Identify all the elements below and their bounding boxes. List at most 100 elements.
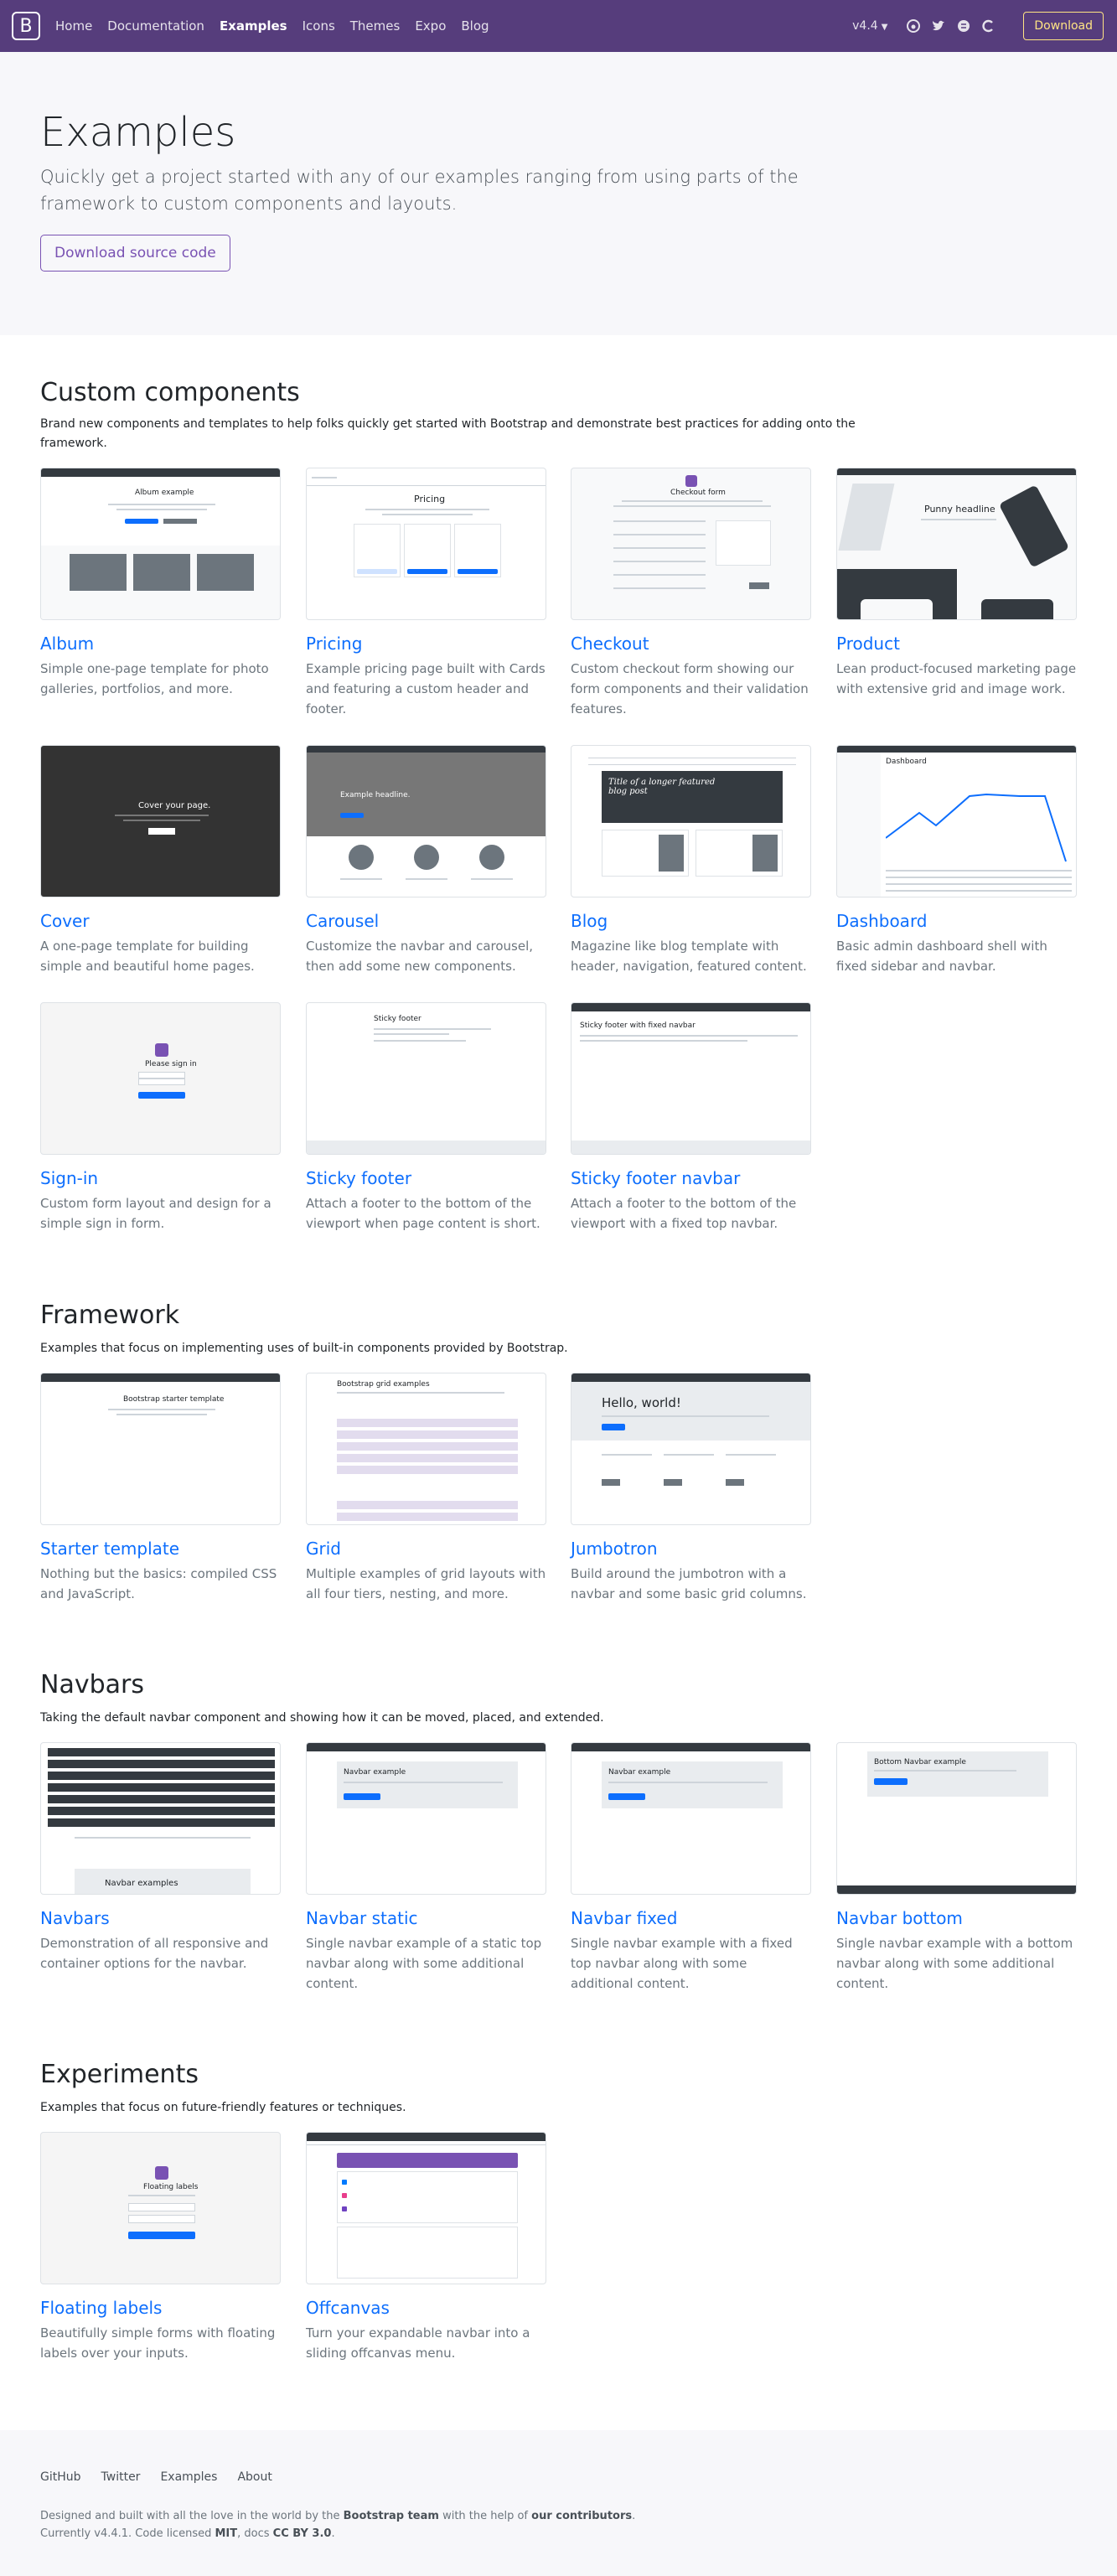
pricing-thumbnail[interactable]: Pricing xyxy=(306,468,546,620)
card-title[interactable]: Jumbotron xyxy=(571,1539,811,1559)
card-title[interactable]: Sign-in xyxy=(40,1168,281,1188)
bootstrap-logo[interactable]: B xyxy=(12,12,40,40)
card-title[interactable]: Navbar fixed xyxy=(571,1908,811,1928)
footer-link-examples[interactable]: Examples xyxy=(160,2470,217,2484)
footer-license-text: . xyxy=(331,2527,335,2541)
card-title[interactable]: Checkout xyxy=(571,634,811,654)
card-title[interactable]: Navbar static xyxy=(306,1908,546,1928)
example-card: Checkout form Checkout Custom checkout f… xyxy=(571,468,811,719)
github-icon[interactable] xyxy=(906,18,921,34)
card-desc: A one-page template for building simple … xyxy=(40,939,255,974)
footer-license-text: Currently v4.4.1. Code licensed xyxy=(40,2527,215,2541)
nav-icons[interactable]: Icons xyxy=(303,18,335,34)
chart-sparkline-icon xyxy=(886,793,1067,862)
thumb-label: Bottom Navbar example xyxy=(874,1758,966,1766)
slack-icon[interactable] xyxy=(956,18,971,34)
navbar-static-thumbnail[interactable]: Navbar example xyxy=(306,1742,546,1895)
nav-documentation[interactable]: Documentation xyxy=(107,18,204,34)
example-card: Sticky footer Sticky footer Attach a foo… xyxy=(306,1002,546,1234)
thumb-label: Dashboard xyxy=(886,758,927,766)
dashboard-thumbnail[interactable]: Dashboard xyxy=(836,745,1077,897)
version-dropdown[interactable]: v4.4 ▼ xyxy=(852,19,887,33)
card-desc: Nothing but the basics: compiled CSS and… xyxy=(40,1566,277,1601)
download-button[interactable]: Download xyxy=(1023,12,1104,40)
signin-thumbnail[interactable]: Please sign in xyxy=(40,1002,281,1155)
card-title[interactable]: Cover xyxy=(40,911,281,931)
thumb-label: Bootstrap starter template xyxy=(123,1395,225,1404)
cover-thumbnail[interactable]: Cover your page. xyxy=(40,745,281,897)
checkout-thumbnail[interactable]: Checkout form xyxy=(571,468,811,620)
card-title[interactable]: Sticky footer xyxy=(306,1168,546,1188)
card-desc: Single navbar example of a static top na… xyxy=(306,1936,542,1991)
product-thumbnail[interactable]: Punny headline xyxy=(836,468,1077,620)
nav-themes[interactable]: Themes xyxy=(350,18,401,34)
card-title[interactable]: Navbar bottom xyxy=(836,1908,1077,1928)
sticky-footer-navbar-thumbnail[interactable]: Sticky footer with fixed navbar xyxy=(571,1002,811,1155)
offcanvas-thumbnail[interactable] xyxy=(306,2132,546,2284)
thumb-label: Navbar example xyxy=(608,1768,671,1777)
thumb-label: Hello, world! xyxy=(602,1395,681,1410)
section-desc-experiments: Examples that focus on future-friendly f… xyxy=(40,2101,406,2114)
section-title-navbars: Navbars xyxy=(40,1670,144,1699)
card-title[interactable]: Pricing xyxy=(306,634,546,654)
blog-thumbnail[interactable]: Title of a longer featured blog post xyxy=(571,745,811,897)
cc-license-link[interactable]: CC BY 3.0 xyxy=(273,2527,332,2540)
card-title[interactable]: Starter template xyxy=(40,1539,281,1559)
nav-right: v4.4 ▼ Download xyxy=(852,0,1104,52)
card-desc: Attach a footer to the bottom of the vie… xyxy=(306,1196,540,1231)
thumb-label: Album example xyxy=(135,489,194,497)
thumb-label: Title of a longer featured blog post xyxy=(608,778,716,796)
contributors-link[interactable]: our contributors xyxy=(531,2510,632,2522)
nav-home[interactable]: Home xyxy=(55,18,92,34)
card-title[interactable]: Floating labels xyxy=(40,2298,281,2318)
opencollective-icon[interactable] xyxy=(981,18,996,34)
card-desc: Multiple examples of grid layouts with a… xyxy=(306,1566,546,1601)
starter-template-thumbnail[interactable]: Bootstrap starter template xyxy=(40,1373,281,1525)
grid-thumbnail[interactable]: Bootstrap grid examples xyxy=(306,1373,546,1525)
footer-link-twitter[interactable]: Twitter xyxy=(101,2470,141,2484)
navbars-thumbnail[interactable]: Navbar examples xyxy=(40,1742,281,1895)
example-card: Navbar example Navbar fixed Single navba… xyxy=(571,1742,811,1994)
section-title-framework: Framework xyxy=(40,1301,180,1330)
floating-labels-thumbnail[interactable]: Floating labels xyxy=(40,2132,281,2284)
mit-license-link[interactable]: MIT xyxy=(215,2527,237,2540)
card-desc: Build around the jumbotron with a navbar… xyxy=(571,1566,807,1601)
card-desc: Example pricing page built with Cards an… xyxy=(306,661,546,716)
card-title[interactable]: Offcanvas xyxy=(306,2298,546,2318)
card-title[interactable]: Blog xyxy=(571,911,811,931)
footer-links: GitHub Twitter Examples About xyxy=(40,2470,292,2484)
example-card: Please sign in Sign-in Custom form layou… xyxy=(40,1002,281,1234)
bootstrap-team-link[interactable]: Bootstrap team xyxy=(344,2510,439,2522)
twitter-icon[interactable] xyxy=(931,18,946,34)
album-thumbnail[interactable]: Album example xyxy=(40,468,281,620)
navbar-bottom-thumbnail[interactable]: Bottom Navbar example xyxy=(836,1742,1077,1895)
thumb-label: Sticky footer with fixed navbar xyxy=(580,1022,696,1030)
card-title[interactable]: Sticky footer navbar xyxy=(571,1168,811,1188)
footer-license: Currently v4.4.1. Code licensed MIT, doc… xyxy=(40,2525,635,2542)
card-desc: Simple one-page template for photo galle… xyxy=(40,661,269,696)
jumbotron-thumbnail[interactable]: Hello, world! xyxy=(571,1373,811,1525)
example-card: Navbar example Navbar static Single navb… xyxy=(306,1742,546,1994)
example-card: Hello, world! Jumbotron Build around the… xyxy=(571,1373,811,1604)
thumb-label: Punny headline xyxy=(924,504,995,515)
card-title[interactable]: Dashboard xyxy=(836,911,1077,931)
navbar-fixed-thumbnail[interactable]: Navbar example xyxy=(571,1742,811,1895)
footer-link-about[interactable]: About xyxy=(237,2470,271,2484)
card-title[interactable]: Grid xyxy=(306,1539,546,1559)
card-title[interactable]: Album xyxy=(40,634,281,654)
nav-blog[interactable]: Blog xyxy=(461,18,489,34)
card-desc: Magazine like blog template with header,… xyxy=(571,939,807,974)
chevron-down-icon: ▼ xyxy=(881,23,888,32)
nav-expo[interactable]: Expo xyxy=(415,18,446,34)
download-source-button[interactable]: Download source code xyxy=(40,235,230,272)
nav-examples[interactable]: Examples xyxy=(220,18,287,34)
card-title[interactable]: Carousel xyxy=(306,911,546,931)
footer-link-github[interactable]: GitHub xyxy=(40,2470,81,2484)
carousel-thumbnail[interactable]: Example headline. xyxy=(306,745,546,897)
card-title[interactable]: Navbars xyxy=(40,1908,281,1928)
card-title[interactable]: Product xyxy=(836,634,1077,654)
example-card: Album example Album Simple one-page temp… xyxy=(40,468,281,699)
thumb-label: Navbar examples xyxy=(105,1879,178,1888)
sticky-footer-thumbnail[interactable]: Sticky footer xyxy=(306,1002,546,1155)
card-desc: Lean product-focused marketing page with… xyxy=(836,661,1077,696)
